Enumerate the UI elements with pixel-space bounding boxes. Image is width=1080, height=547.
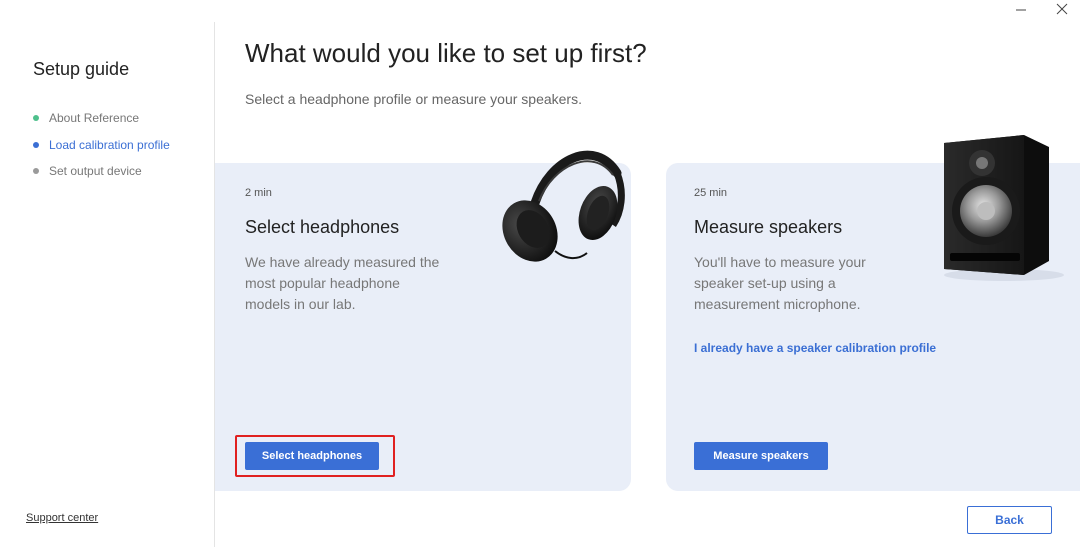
close-icon	[1056, 3, 1068, 15]
step-set-output-device: Set output device	[33, 158, 170, 185]
card-duration: 2 min	[245, 187, 272, 199]
step-label: Load calibration profile	[49, 137, 170, 152]
step-list: About Reference Load calibration profile…	[33, 105, 170, 185]
headphones-icon	[502, 150, 625, 262]
support-center-link[interactable]: Support center	[26, 512, 98, 524]
card-title: Select headphones	[245, 217, 400, 237]
measure-speakers-button[interactable]: Measure speakers	[694, 442, 828, 470]
select-headphones-button[interactable]: Select headphones	[245, 442, 379, 470]
sidebar-title: Setup guide	[33, 59, 130, 79]
step-about-reference: About Reference	[33, 105, 170, 132]
step-label: Set output device	[49, 164, 142, 179]
step-done-dot	[33, 115, 39, 122]
close-button[interactable]	[1048, 0, 1076, 18]
step-active-dot	[33, 141, 39, 148]
card-duration: 25 min	[694, 187, 728, 199]
card-description: We have already measured the most popula…	[245, 254, 440, 312]
step-label: About Reference	[49, 111, 140, 126]
page-title: What would you like to set up first?	[245, 38, 647, 68]
card-title: Measure speakers	[694, 217, 843, 237]
minimize-icon	[1016, 9, 1026, 11]
sidebar: Setup guide About Reference Load calibra…	[0, 22, 215, 547]
step-load-calibration-profile: Load calibration profile	[33, 132, 170, 159]
speaker-icon	[944, 135, 1064, 281]
headphones-card: 2 min Select headphones We have already …	[215, 150, 631, 491]
speaker-calibration-profile-link[interactable]: I already have a speaker calibration pro…	[694, 341, 936, 355]
setup-window: Setup guide About Reference Load calibra…	[0, 0, 1080, 547]
back-button[interactable]: Back	[967, 506, 1052, 534]
card-description: You'll have to measure your speaker set-…	[694, 254, 866, 312]
page-subtitle: Select a headphone profile or measure yo…	[245, 91, 582, 107]
speakers-card: 25 min Measure speakers You'll have to m…	[666, 135, 1080, 491]
step-pending-dot	[33, 168, 39, 175]
minimize-button[interactable]	[1007, 0, 1035, 18]
